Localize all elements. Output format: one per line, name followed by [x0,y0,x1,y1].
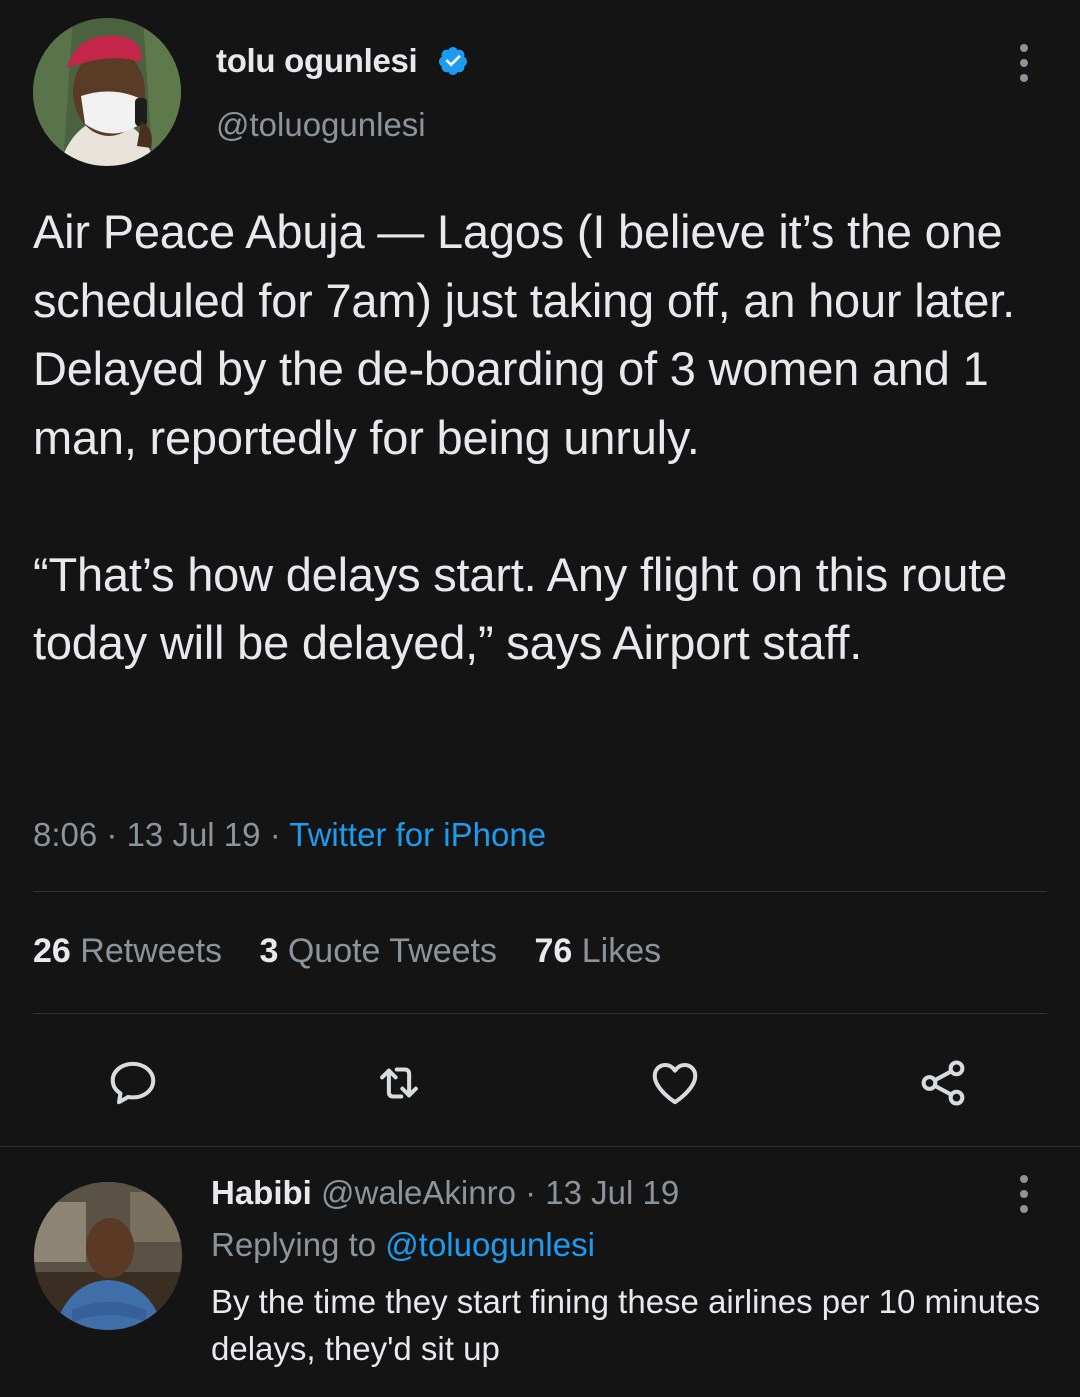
meta-separator: · [525,1174,537,1211]
avatar-portrait-icon [33,18,181,166]
meta-separator: · [269,816,281,853]
retweets-label: Retweets [80,932,223,970]
reply-author-handle[interactable]: @waleAkinro [321,1174,516,1211]
divider [33,1013,1047,1014]
likes-count: 76 [534,932,573,970]
retweet-icon[interactable] [372,1056,426,1110]
replying-to-label: Replying to [211,1226,377,1263]
reply-header: Habibi @waleAkinro · 13 Jul 19 [211,1174,679,1212]
replying-to: Replying to @toluogunlesi [211,1226,595,1264]
verified-badge-icon [438,47,467,75]
tweet-meta: 8:06 · 13 Jul 19 · Twitter for iPhone [33,816,546,854]
divider [33,891,1047,892]
reply-author-name[interactable]: Habibi [211,1174,312,1211]
divider [0,1146,1080,1147]
tweet-source-link[interactable]: Twitter for iPhone [289,816,546,853]
more-vertical-icon[interactable] [1019,43,1029,83]
replying-to-mention[interactable]: @toluogunlesi [385,1226,595,1263]
retweets-stat[interactable]: 26 Retweets [33,932,222,970]
tweet-time[interactable]: 8:06 [33,816,97,853]
author-name[interactable]: tolu ogunlesi [216,42,418,80]
reply-author-avatar[interactable] [34,1182,182,1330]
tweet-date[interactable]: 13 Jul 19 [127,816,261,853]
likes-stat[interactable]: 76 Likes [534,932,661,970]
avatar-portrait-icon [34,1182,182,1330]
tweet-stats: 26 Retweets 3 Quote Tweets 76 Likes [33,932,689,971]
reply-text: By the time they start fining these airl… [211,1283,1041,1367]
quotes-count: 3 [259,932,279,970]
quotes-stat[interactable]: 3 Quote Tweets [259,932,497,970]
author-avatar[interactable] [33,18,181,166]
retweets-count: 26 [33,932,71,970]
meta-separator: · [106,816,118,853]
heart-icon[interactable] [648,1056,702,1110]
author-handle[interactable]: @toluogunlesi [216,106,426,144]
more-vertical-icon[interactable] [1019,1174,1029,1214]
quotes-label: Quote Tweets [287,932,498,970]
tweet-text: Air Peace Abuja — Lagos (I believe it’s … [33,205,1015,669]
share-icon[interactable] [916,1056,970,1110]
reply-bubble-icon[interactable] [106,1056,160,1110]
reply-date[interactable]: 13 Jul 19 [545,1174,679,1211]
likes-label: Likes [581,932,662,970]
